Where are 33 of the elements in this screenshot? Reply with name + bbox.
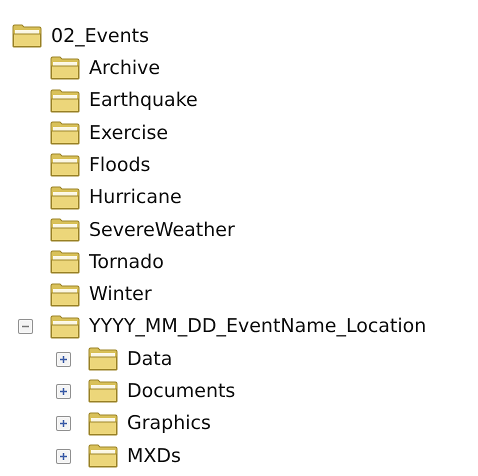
folder-icon — [88, 379, 118, 404]
expand-toggle[interactable] — [56, 448, 71, 464]
expand-toggle[interactable] — [56, 352, 71, 367]
folder-icon — [50, 218, 80, 242]
folder-icon — [50, 56, 80, 80]
tree-item-label[interactable]: MXDs — [127, 444, 181, 468]
tree-item-label[interactable]: Archive — [89, 57, 160, 80]
folder-icon — [50, 153, 80, 178]
expand-toggle[interactable] — [56, 416, 71, 432]
tree-item-label[interactable]: Floods — [89, 154, 150, 177]
folder-icon — [50, 314, 80, 339]
collapse-toggle[interactable] — [18, 319, 33, 334]
tree-item-label[interactable]: 02_Events — [51, 24, 150, 48]
folder-icon — [12, 24, 42, 48]
folder-icon — [50, 186, 80, 210]
tree-item-label[interactable]: Data — [127, 348, 172, 371]
folder-icon — [88, 412, 118, 436]
tree-item-label[interactable]: Winter — [89, 283, 152, 306]
folder-icon — [50, 250, 80, 274]
tree-item-label[interactable]: Documents — [127, 380, 236, 403]
folder-icon — [50, 121, 80, 146]
tree-item-label[interactable]: Exercise — [89, 122, 168, 144]
tree-item-label[interactable]: Graphics — [127, 412, 211, 436]
tree-item-label[interactable]: Hurricane — [89, 186, 182, 210]
folder-icon — [88, 347, 118, 372]
folder-icon — [50, 282, 80, 307]
folder-icon — [50, 88, 80, 113]
tree-item-label[interactable]: YYYY_MM_DD_EventName_Location — [89, 315, 426, 338]
tree-item-label[interactable]: Tornado — [89, 250, 164, 274]
expand-toggle[interactable] — [56, 384, 71, 399]
folder-icon — [88, 444, 118, 468]
tree-item-label[interactable]: SevereWeather — [89, 218, 235, 242]
tree-item-label[interactable]: Earthquake — [89, 89, 198, 112]
